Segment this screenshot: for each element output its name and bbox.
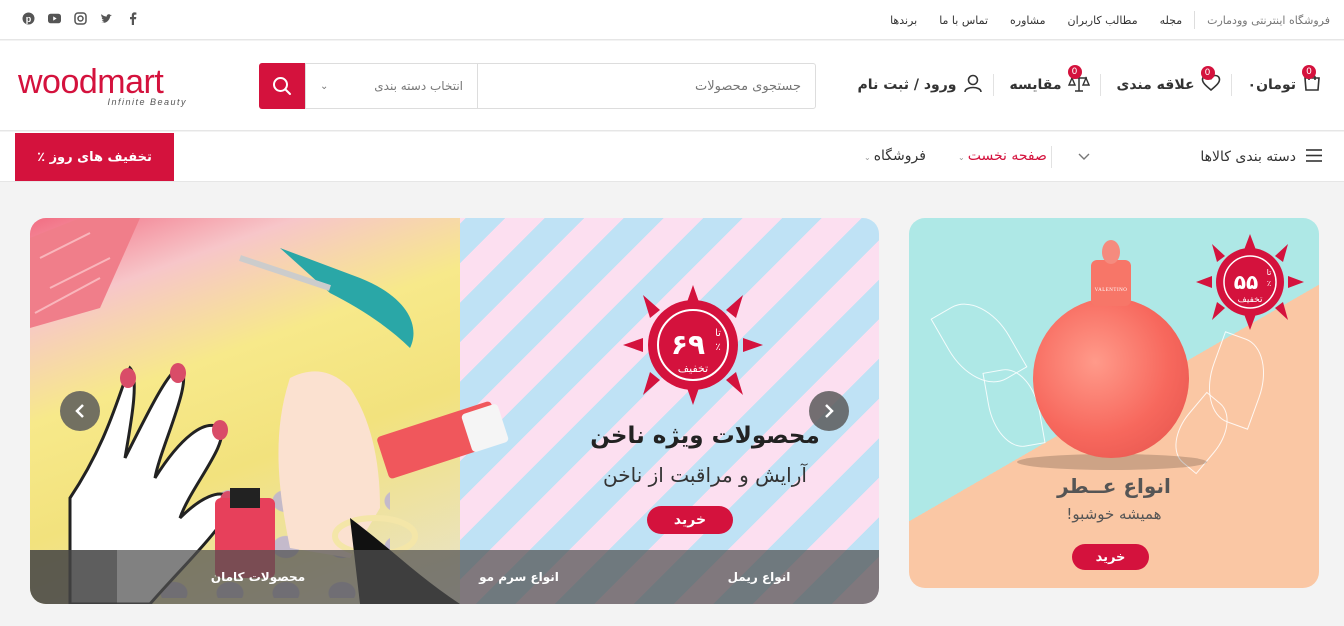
pinterest-icon[interactable]: p	[22, 12, 35, 25]
categories-label: دسته بندی کالاها	[1200, 149, 1296, 165]
logo-tagline: Infinite Beauty	[107, 97, 187, 107]
category-select-label: انتخاب دسته بندی	[374, 79, 463, 93]
top-link-consulting[interactable]: مشاوره	[1010, 14, 1045, 27]
side-discount-percent: ٪	[1267, 279, 1271, 288]
heart-icon: 0	[1200, 66, 1221, 96]
side-discount-word: تخفیف	[1238, 295, 1263, 305]
chevron-left-icon	[75, 404, 84, 418]
nav-home-label: صفحه نخست	[967, 148, 1047, 164]
compare-button[interactable]: 0 مقایسه	[983, 65, 1090, 97]
chevron-down-icon: ⌄	[320, 80, 329, 92]
main-navigation: ٪ تخفیف های روز دسته بندی کالاها ⌄ صفحه ن…	[0, 132, 1344, 182]
user-icon	[963, 73, 983, 97]
social-links: p	[22, 12, 139, 25]
search-button[interactable]	[259, 63, 305, 109]
slider-tab-kaman-products[interactable]: محصولات کامان	[117, 550, 399, 604]
cart-total: ۰تومان	[1247, 77, 1296, 93]
top-bar: p فروشگاه اینترنتی وودمارت مجله مطالب کا…	[0, 0, 1344, 40]
main-slider[interactable]: ۶۹ تا ٪ تخفیف محصولات ویژه ناخن آرایش و …	[30, 218, 879, 604]
slide-subtitle: آرایش و مراقبت از ناخن	[603, 463, 807, 487]
slider-tab-hair-serum[interactable]: انواع سرم مو	[399, 550, 639, 604]
perfume-banner-subtitle: همیشه خوشبو!	[1066, 505, 1162, 523]
compare-icon: 0	[1067, 65, 1090, 97]
top-link-divider	[1194, 11, 1196, 29]
perfume-bottle	[1033, 298, 1189, 458]
chevron-down-icon: ⌄	[958, 153, 965, 162]
side-discount-number: ۵۵	[1234, 270, 1258, 294]
slider-tab-extra[interactable]	[30, 550, 117, 604]
search-icon	[273, 77, 291, 95]
top-links: فروشگاه اینترنتی وودمارت مجله مطالب کارب…	[868, 0, 1330, 40]
perfume-banner-title: انواع عــطر	[1057, 474, 1171, 498]
wishlist-button[interactable]: 0 علاقه مندی	[1090, 66, 1221, 96]
top-link-magazine[interactable]: مجله	[1160, 14, 1183, 27]
compare-label: مقایسه	[1009, 77, 1062, 93]
perfume-buy-button[interactable]: خرید	[1072, 544, 1149, 570]
slide-title: محصولات ویژه ناخن	[590, 423, 820, 449]
compare-count-badge: 0	[1067, 65, 1082, 79]
discount-percent: ٪	[715, 342, 720, 353]
perfume-neck	[1091, 260, 1131, 306]
slider-prev-button[interactable]	[60, 391, 100, 431]
top-link-store-name[interactable]: فروشگاه اینترنتی وودمارت	[1207, 14, 1330, 27]
facebook-icon[interactable]	[126, 12, 139, 25]
top-link-contact[interactable]: تماس با ما	[939, 14, 988, 27]
chevron-down-icon: ⌄	[864, 153, 871, 162]
perfume-cap	[1102, 240, 1120, 264]
nav-divider	[1051, 146, 1052, 168]
slider-next-button[interactable]	[809, 391, 849, 431]
header-divider	[1230, 74, 1232, 96]
discount-prefix: تا	[715, 328, 721, 339]
slide-buy-button[interactable]: خرید	[647, 506, 733, 534]
chevron-right-icon	[825, 404, 834, 418]
nav-shop-label: فروشگاه	[873, 148, 926, 164]
perfume-banner[interactable]: VALENTINO ۵۵ تا ٪ تخفیف انواع عــطر همیش…	[909, 218, 1319, 588]
discount-seal: ۶۹ تا ٪ تخفیف	[623, 285, 763, 405]
category-select[interactable]: ⌄ انتخاب دسته بندی	[305, 63, 477, 109]
search-input[interactable]	[477, 63, 816, 109]
cart-button[interactable]: 0 ۰تومان	[1221, 65, 1322, 97]
perfume-brand-label: VALENTINO	[1094, 288, 1128, 293]
svg-text:p: p	[26, 14, 32, 24]
chevron-down-icon[interactable]	[1078, 150, 1090, 164]
slider-tab-mascara[interactable]: انواع ریمل	[639, 550, 879, 604]
daily-deals-button[interactable]: ٪ تخفیف های روز	[15, 133, 174, 181]
account-label: ورود / ثبت نام	[857, 77, 957, 93]
side-discount-prefix: تا	[1267, 268, 1272, 277]
top-link-user-posts[interactable]: مطالب کاربران	[1068, 14, 1138, 27]
categories-menu-button[interactable]: دسته بندی کالاها	[1200, 132, 1322, 182]
hamburger-icon	[1306, 148, 1322, 166]
site-header: woodmart Infinite Beauty ⌄ انتخاب دسته ب…	[0, 41, 1344, 131]
youtube-icon[interactable]	[48, 12, 61, 25]
header-divider	[992, 74, 994, 96]
header-actions: 0 ۰تومان 0 علاقه مندی 0 مقایسه ورود / ثب…	[858, 65, 1322, 101]
site-logo[interactable]: woodmart Infinite Beauty	[18, 65, 193, 107]
discount-seal: ۵۵ تا ٪ تخفیف	[1196, 234, 1304, 330]
discount-number: ۶۹	[671, 328, 705, 361]
logo-wordmark: woodmart	[18, 63, 164, 101]
twitter-icon[interactable]	[100, 12, 113, 25]
top-link-brands[interactable]: برندها	[890, 14, 917, 27]
slider-tabs: انواع ریمل انواع سرم مو محصولات کامان	[30, 550, 879, 604]
nav-item-shop[interactable]: ⌄ فروشگاه	[864, 148, 926, 164]
account-button[interactable]: ورود / ثبت نام	[858, 73, 983, 97]
nav-item-home[interactable]: ⌄ صفحه نخست	[958, 148, 1047, 164]
wishlist-label: علاقه مندی	[1116, 77, 1195, 93]
instagram-icon[interactable]	[74, 12, 87, 25]
discount-word: تخفیف	[678, 362, 708, 375]
cart-icon: 0	[1302, 65, 1322, 97]
header-divider	[1099, 74, 1101, 96]
cart-count-badge: 0	[1302, 65, 1316, 79]
wishlist-count-badge: 0	[1200, 66, 1215, 80]
